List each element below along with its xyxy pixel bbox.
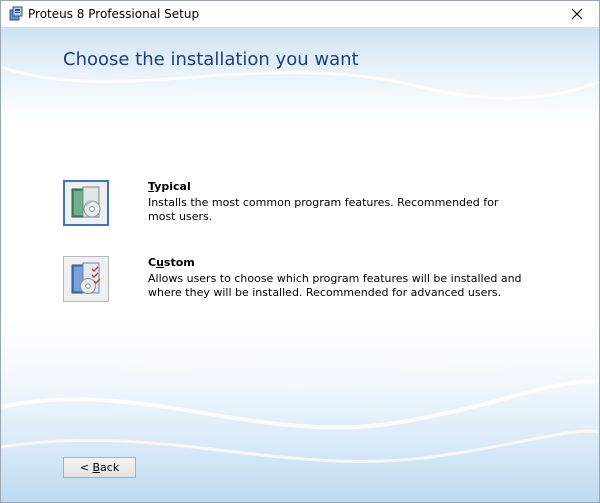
custom-label-rest: stom xyxy=(163,256,195,269)
window-title: Proteus 8 Professional Setup xyxy=(28,7,200,21)
back-button-rest: ack xyxy=(100,460,120,474)
custom-label[interactable]: Custom xyxy=(148,256,528,270)
setup-app-icon xyxy=(8,6,24,22)
typical-install-button[interactable] xyxy=(63,180,109,226)
typical-label[interactable]: Typical xyxy=(148,180,528,194)
page-title: Choose the installation you want xyxy=(63,49,359,70)
custom-install-button[interactable] xyxy=(63,256,109,302)
close-icon xyxy=(571,8,583,20)
typical-option-text: Typical Installs the most common program… xyxy=(148,180,528,224)
custom-install-icon xyxy=(71,262,101,294)
typical-label-rest: ypical xyxy=(154,180,191,193)
typical-install-icon xyxy=(71,186,101,218)
back-button-prefix: < xyxy=(79,460,93,474)
custom-label-accelerator: u xyxy=(156,256,164,269)
back-button[interactable]: < Back xyxy=(63,457,136,478)
typical-description: Installs the most common program feature… xyxy=(148,196,499,223)
custom-label-prefix: C xyxy=(148,256,157,269)
custom-option-text: Custom Allows users to choose which prog… xyxy=(148,256,528,300)
setup-window: Proteus 8 Professional Setup Choose the … xyxy=(0,0,600,503)
custom-description: Allows users to choose which program fea… xyxy=(148,272,522,299)
title-bar[interactable]: Proteus 8 Professional Setup xyxy=(1,1,599,27)
dialog-content: Choose the installation you want Typical… xyxy=(1,27,599,502)
close-button[interactable] xyxy=(559,2,595,26)
back-button-accelerator: B xyxy=(92,460,101,474)
